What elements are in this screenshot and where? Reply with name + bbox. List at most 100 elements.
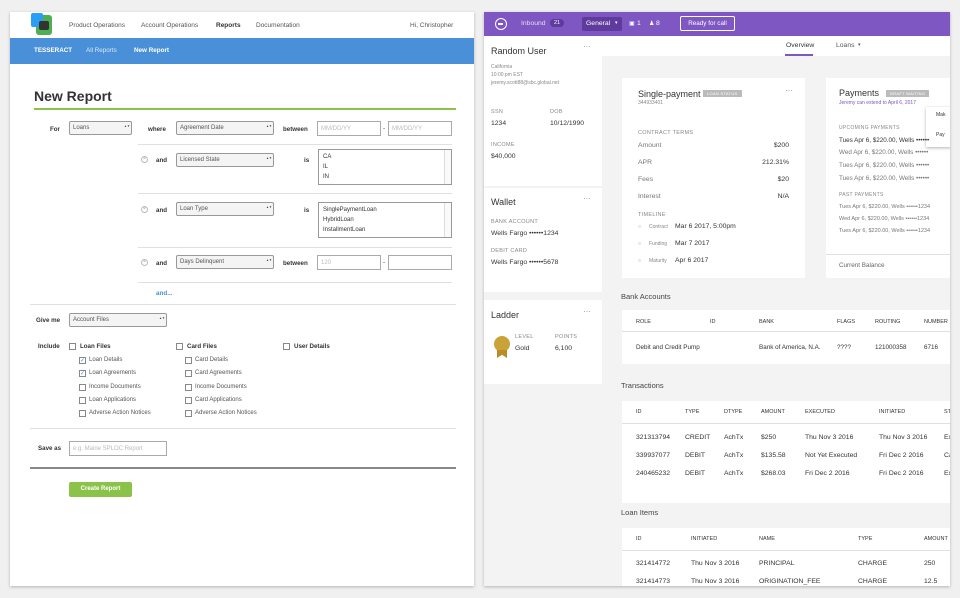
message-icon[interactable]: ▣ — [629, 20, 635, 27]
column-header: ROLE — [636, 319, 651, 325]
is-label: is — [304, 207, 310, 214]
checkbox-label: Card Details — [195, 357, 229, 363]
column-header: TYPE — [858, 536, 873, 542]
for-select[interactable]: Loans — [69, 121, 132, 135]
adverse-action-checkbox[interactable] — [79, 410, 86, 417]
table-cell: Fri Dec 2 2016 — [805, 470, 850, 477]
loan-files-checkbox[interactable] — [69, 343, 76, 350]
breadcrumb-tesseract[interactable]: TESSERACT — [34, 47, 72, 54]
tab-overview[interactable]: Overview — [786, 42, 814, 49]
table-cell: 339937077 — [636, 452, 671, 459]
list-item[interactable]: InstallmentLoan — [323, 225, 447, 235]
between-label: between — [283, 126, 308, 133]
menu-item[interactable]: Mak — [936, 112, 945, 118]
user-icon[interactable]: ♟ — [649, 20, 654, 27]
row1-to-input[interactable]: MM/DD/YY — [388, 121, 452, 136]
breadcrumb-all-reports[interactable]: All Reports — [86, 47, 117, 54]
card-agreements-checkbox[interactable] — [185, 370, 192, 377]
column-header: AMOUNT — [761, 409, 785, 415]
term-value: $200 — [773, 142, 789, 149]
ready-for-call-button[interactable]: Ready for call — [680, 16, 735, 31]
save-as-label: Save as — [38, 445, 62, 452]
column-header: TYPE — [685, 409, 700, 415]
row3-field-select[interactable]: Loan Type — [176, 202, 274, 216]
table-cell: CREDIT — [685, 434, 711, 441]
list-item[interactable]: IL — [323, 162, 447, 172]
inbound-label[interactable]: Inbound — [521, 20, 546, 27]
table-cell: 250 — [924, 560, 936, 567]
is-label: is — [304, 157, 310, 164]
menu-item[interactable]: Pay — [936, 132, 945, 138]
row2-options-list[interactable]: CA IL IN — [318, 149, 452, 185]
table-cell: 6716 — [924, 344, 939, 351]
card-details-checkbox[interactable] — [185, 357, 192, 364]
breadcrumb-new-report[interactable]: New Report — [134, 47, 169, 54]
row4-to-input[interactable] — [388, 255, 452, 270]
checkbox-label: Adverse Action Notices — [195, 410, 257, 416]
table-cell: DEBIT — [685, 470, 706, 477]
give-me-select[interactable]: Account Files — [69, 313, 167, 327]
card-adverse-action-checkbox[interactable] — [185, 410, 192, 417]
create-report-button[interactable]: Create Report — [69, 482, 132, 497]
points-label: POINTS — [555, 334, 578, 340]
more-icon[interactable]: ··· — [583, 42, 591, 51]
tab-bar: Overview Loans ▾ — [602, 36, 950, 56]
column-header: ID — [636, 536, 642, 542]
tab-loans[interactable]: Loans — [836, 42, 855, 49]
term-value: $20 — [777, 176, 789, 183]
user-greeting[interactable]: Hi, Christopher — [410, 22, 453, 29]
remove-condition-icon[interactable]: × — [141, 156, 148, 163]
list-item[interactable]: CA — [323, 152, 447, 162]
column-header: INITIATED — [879, 409, 906, 415]
loan-card: Single-payment 344933401 LOAN STATUS ···… — [622, 78, 805, 278]
term-value: 212.31% — [762, 159, 789, 166]
tesseract-logo-icon[interactable] — [31, 13, 52, 35]
list-item[interactable]: IN — [323, 172, 447, 182]
nav-documentation[interactable]: Documentation — [256, 22, 300, 29]
more-icon[interactable]: ··· — [583, 194, 591, 203]
where-label: where — [148, 126, 166, 133]
loan-files-title: Loan Files — [80, 343, 111, 350]
breadcrumb: TESSERACT All Reports New Report — [10, 38, 474, 64]
loan-agreements-checkbox[interactable]: ✓ — [79, 370, 86, 377]
timeline-label: Maturity — [649, 258, 667, 264]
timeline-dot-icon: ○ — [638, 224, 642, 230]
row2-field-select[interactable]: Licensed State — [176, 153, 274, 167]
remove-condition-icon[interactable]: × — [141, 259, 148, 266]
checkbox-label: Adverse Action Notices — [89, 410, 151, 416]
table-cell: 121000358 — [875, 344, 907, 351]
card-files-checkbox[interactable] — [176, 343, 183, 350]
list-item: Tues Apr 6, $220.00, Wells •••••• — [839, 175, 930, 182]
more-icon[interactable]: ··· — [785, 86, 793, 95]
page-title: New Report — [34, 88, 112, 104]
user-details-checkbox[interactable] — [283, 343, 290, 350]
list-item[interactable]: SinglePaymentLoan — [323, 205, 447, 215]
row4-from-input[interactable]: 120 — [317, 255, 381, 270]
income-documents-checkbox[interactable] — [79, 384, 86, 391]
more-icon[interactable]: ··· — [583, 307, 591, 316]
queue-select[interactable]: General ▾ — [582, 17, 622, 31]
row1-from-input[interactable]: MM/DD/YY — [317, 121, 381, 136]
payments-card: Payments DRAFT WAITING Jeremy can extend… — [826, 78, 950, 278]
row3-options-list[interactable]: SinglePaymentLoan HybridLoan Installment… — [318, 202, 452, 238]
nav-product-operations[interactable]: Product Operations — [69, 22, 125, 29]
nav-reports[interactable]: Reports — [216, 22, 241, 29]
row4-field-select[interactable]: Days Delinquent — [176, 255, 274, 269]
remove-condition-icon[interactable]: × — [141, 206, 148, 213]
inbound-count-badge: 21 — [550, 19, 565, 27]
user-count: 8 — [656, 20, 660, 27]
message-count: 1 — [637, 20, 641, 27]
add-condition-link[interactable]: and... — [156, 290, 172, 297]
card-applications-checkbox[interactable] — [185, 397, 192, 404]
row1-field-select[interactable]: Agreement Date — [176, 121, 274, 135]
term-label: Fees — [638, 176, 654, 183]
chevron-down-icon: ▾ — [858, 42, 861, 48]
table-cell: $268.03 — [761, 470, 786, 477]
card-income-documents-checkbox[interactable] — [185, 384, 192, 391]
phone-icon[interactable] — [495, 18, 507, 30]
loan-applications-checkbox[interactable] — [79, 397, 86, 404]
list-item[interactable]: HybridLoan — [323, 215, 447, 225]
nav-account-operations[interactable]: Account Operations — [141, 22, 198, 29]
save-as-input[interactable]: e.g. Maine SPLOC Report — [69, 441, 167, 456]
loan-details-checkbox[interactable]: ✓ — [79, 357, 86, 364]
